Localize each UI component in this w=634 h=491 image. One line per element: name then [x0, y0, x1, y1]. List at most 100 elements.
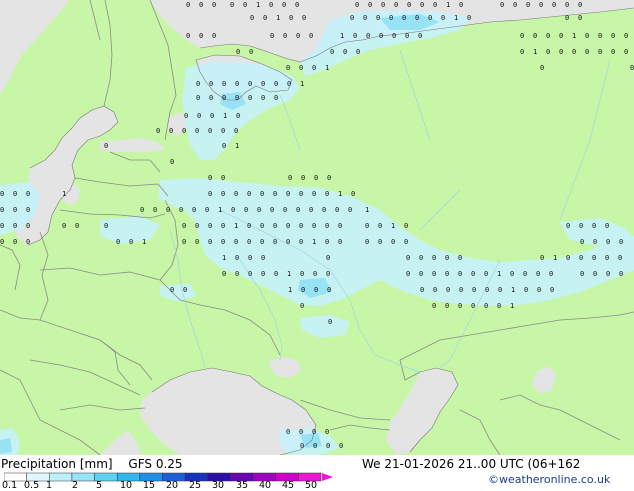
precip-marker: 0: [339, 442, 343, 450]
precip-marker: 0: [170, 286, 174, 294]
precip-marker: 0: [585, 48, 589, 56]
precip-marker: 0: [302, 14, 306, 22]
precip-marker: 0: [13, 222, 17, 230]
precip-marker: 1: [288, 286, 292, 294]
precip-marker: 0: [472, 286, 476, 294]
precip-marker: 0: [325, 428, 329, 436]
precip-marker: 0: [432, 302, 436, 310]
precip-marker: 0: [257, 206, 261, 214]
precip-marker: 0: [500, 1, 504, 9]
precip-marker: 0: [212, 1, 216, 9]
precip-marker: 1: [340, 32, 344, 40]
precip-marker: 0: [630, 64, 634, 72]
precip-marker: 0: [365, 238, 369, 246]
legend-tick-label: 1: [46, 480, 53, 491]
precip-marker: 0: [314, 174, 318, 182]
precip-marker: 0: [524, 286, 528, 294]
precip-marker: 0: [327, 286, 331, 294]
precip-marker: 0: [13, 238, 17, 246]
precip-marker: 0: [286, 428, 290, 436]
precip-marker: 1: [62, 190, 66, 198]
precip-marker: 0: [195, 127, 199, 135]
footer: Precipitation [mm] GFS 0.25 We 21-01-202…: [0, 455, 634, 491]
precip-marker: 0: [459, 286, 463, 294]
precip-marker: 0: [365, 222, 369, 230]
credit-link[interactable]: ©weatheronline.co.uk: [488, 473, 610, 486]
precip-marker: 0: [182, 127, 186, 135]
precip-marker: 0: [300, 442, 304, 450]
precip-marker: 0: [299, 190, 303, 198]
precip-marker: 0: [445, 254, 449, 262]
precip-marker: 0: [260, 190, 264, 198]
precip-marker: 1: [365, 206, 369, 214]
precip-marker: 0: [300, 302, 304, 310]
precip-marker: 0: [234, 190, 238, 198]
precip-marker: 0: [328, 318, 332, 326]
precip-marker: 0: [209, 80, 213, 88]
precip-marker: 0: [606, 270, 610, 278]
precip-marker: 1: [312, 238, 316, 246]
precip-marker: 0: [184, 112, 188, 120]
legend-arrow: [322, 473, 333, 481]
precip-marker: 0: [392, 32, 396, 40]
precip-marker: 0: [404, 222, 408, 230]
precip-marker: 1: [142, 238, 146, 246]
precip-marker: 0: [197, 112, 201, 120]
precip-marker: 0: [428, 14, 432, 22]
precip-marker: 0: [619, 238, 623, 246]
precip-marker: 0: [243, 1, 247, 9]
precip-marker: 0: [471, 302, 475, 310]
legend-tick-label: 50: [305, 480, 318, 491]
precip-marker: 0: [62, 222, 66, 230]
precip-marker: 1: [218, 206, 222, 214]
precip-marker: 0: [533, 32, 537, 40]
precip-marker: 0: [312, 222, 316, 230]
precip-marker: 0: [618, 254, 622, 262]
precip-marker: 0: [274, 80, 278, 88]
precip-marker: 0: [301, 174, 305, 182]
precip-marker: 0: [260, 222, 264, 230]
precip-marker: 0: [327, 174, 331, 182]
precip-marker: 0: [314, 286, 318, 294]
precip-marker: 0: [236, 112, 240, 120]
precip-marker: 0: [156, 127, 160, 135]
precip-marker: 0: [572, 48, 576, 56]
precip-marker: 0: [104, 142, 108, 150]
precip-marker: 0: [13, 206, 17, 214]
precip-marker: 0: [484, 302, 488, 310]
precip-marker: 0: [299, 222, 303, 230]
precip-marker: 1: [391, 222, 395, 230]
precip-marker: 0: [536, 270, 540, 278]
precip-marker: 1: [276, 14, 280, 22]
precip-marker: 0: [407, 1, 411, 9]
legend-tick-label: 2: [72, 480, 79, 491]
precip-marker: 0: [210, 112, 214, 120]
precip-marker: 0: [283, 32, 287, 40]
precip-marker: 0: [313, 270, 317, 278]
precip-marker: 0: [208, 190, 212, 198]
precip-marker: 0: [559, 48, 563, 56]
precip-marker: 0: [379, 32, 383, 40]
precip-marker: 0: [183, 286, 187, 294]
precip-marker: 1: [223, 112, 227, 120]
precip-marker: 0: [313, 442, 317, 450]
precip-marker: 0: [312, 64, 316, 72]
precip-marker: 0: [402, 14, 406, 22]
precip-marker: 0: [196, 94, 200, 102]
precip-marker: 0: [578, 14, 582, 22]
precip-marker: 0: [179, 206, 183, 214]
precip-marker: 0: [247, 222, 251, 230]
precip-marker: 0: [26, 206, 30, 214]
precip-marker: 0: [520, 32, 524, 40]
precip-marker: 0: [129, 238, 133, 246]
precip-marker: 0: [325, 190, 329, 198]
precip-marker: 0: [605, 254, 609, 262]
precip-marker: 0: [376, 14, 380, 22]
precip-marker: 0: [0, 206, 4, 214]
precip-marker: 0: [353, 32, 357, 40]
precip-marker: 0: [208, 238, 212, 246]
precip-marker: 0: [549, 270, 553, 278]
precip-marker: 0: [351, 190, 355, 198]
precip-marker: 0: [348, 206, 352, 214]
precip-marker: 0: [235, 254, 239, 262]
